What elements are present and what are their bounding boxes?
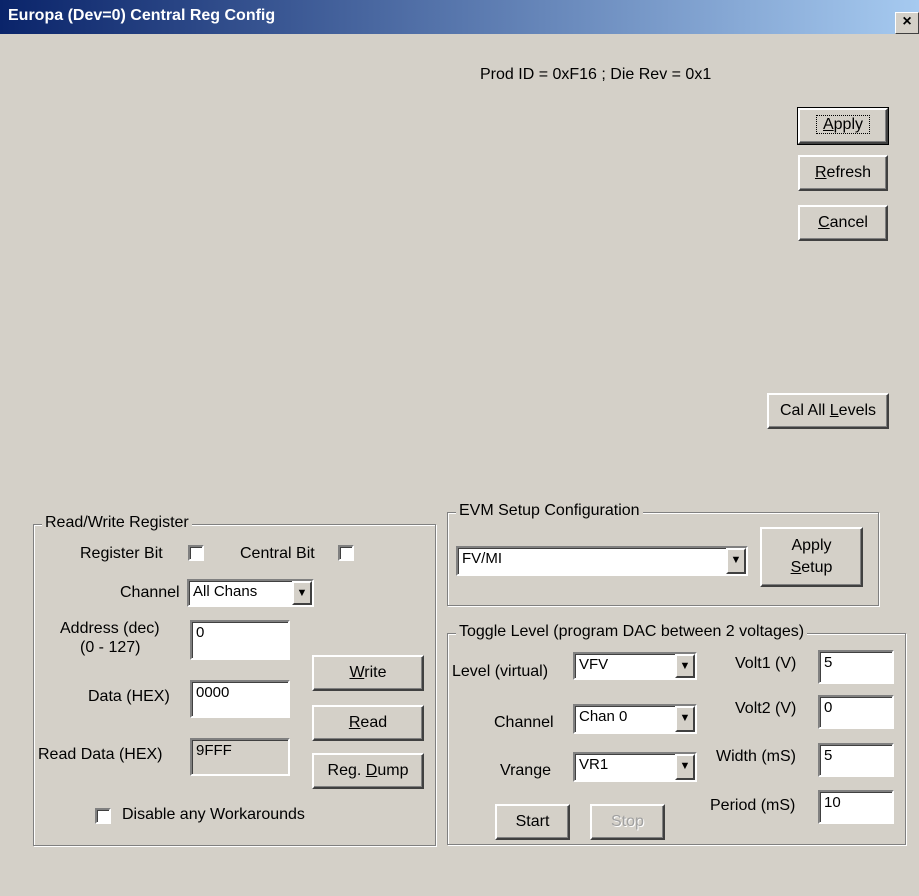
address-label: Address (dec) (60, 620, 160, 637)
stop-button[interactable]: Stop (590, 804, 665, 840)
chevron-down-icon[interactable]: ▼ (726, 548, 746, 574)
volt2-input[interactable]: 0 (818, 695, 894, 729)
level-select[interactable]: VFV ▼ (573, 652, 697, 680)
close-button[interactable]: × (895, 12, 919, 34)
title-bar: Europa (Dev=0) Central Reg Config × (0, 0, 919, 34)
window-title: Europa (Dev=0) Central Reg Config (8, 7, 276, 24)
period-input[interactable]: 10 (818, 790, 894, 824)
chevron-down-icon[interactable]: ▼ (675, 754, 695, 780)
cancel-button[interactable]: Cancel (798, 205, 888, 241)
reg-dump-button[interactable]: Reg. Dump (312, 753, 424, 789)
data-input[interactable]: 0000 (190, 680, 290, 718)
volt2-label: Volt2 (V) (735, 700, 797, 717)
register-bit-label: Register Bit (80, 545, 163, 562)
start-button[interactable]: Start (495, 804, 570, 840)
evm-setup-select[interactable]: FV/MI ▼ (456, 546, 748, 576)
read-write-register-legend: Read/Write Register (42, 514, 192, 532)
vrange-select[interactable]: VR1 ▼ (573, 752, 697, 782)
evm-setup-legend: EVM Setup Configuration (456, 502, 643, 520)
prod-id-label: Prod ID = 0xF16 ; Die Rev = 0x1 (480, 66, 712, 83)
data-label: Data (HEX) (88, 688, 170, 705)
volt1-label: Volt1 (V) (735, 655, 797, 672)
chevron-down-icon[interactable]: ▼ (675, 654, 695, 678)
toggle-level-legend: Toggle Level (program DAC between 2 volt… (456, 623, 808, 641)
level-label: Level (virtual) (452, 663, 549, 680)
toggle-channel-select[interactable]: Chan 0 ▼ (573, 704, 697, 734)
vrange-label: Vrange (500, 762, 551, 779)
chevron-down-icon[interactable]: ▼ (292, 581, 312, 605)
disable-workarounds-checkbox[interactable] (95, 808, 111, 824)
apply-button[interactable]: Apply (797, 107, 889, 145)
toggle-channel-label: Channel (494, 714, 554, 731)
read-data-label: Read Data (HEX) (38, 746, 163, 763)
period-label: Period (mS) (710, 797, 796, 814)
disable-workarounds-label: Disable any Workarounds (122, 806, 305, 823)
address-input[interactable]: 0 (190, 620, 290, 660)
register-bit-checkbox[interactable] (188, 545, 204, 561)
read-data-field: 9FFF (190, 738, 290, 776)
read-button[interactable]: Read (312, 705, 424, 741)
channel-label: Channel (120, 584, 180, 601)
channel-select[interactable]: All Chans ▼ (187, 579, 314, 607)
cal-all-levels-button[interactable]: Cal All Levels (767, 393, 889, 429)
central-bit-checkbox[interactable] (338, 545, 354, 561)
write-button[interactable]: Write (312, 655, 424, 691)
width-input[interactable]: 5 (818, 743, 894, 777)
width-label: Width (mS) (716, 748, 796, 765)
refresh-button[interactable]: Refresh (798, 155, 888, 191)
apply-setup-button[interactable]: Apply Setup (760, 527, 863, 587)
volt1-input[interactable]: 5 (818, 650, 894, 684)
address-range-label: (0 - 127) (80, 639, 141, 656)
chevron-down-icon[interactable]: ▼ (675, 706, 695, 732)
central-bit-label: Central Bit (240, 545, 315, 562)
